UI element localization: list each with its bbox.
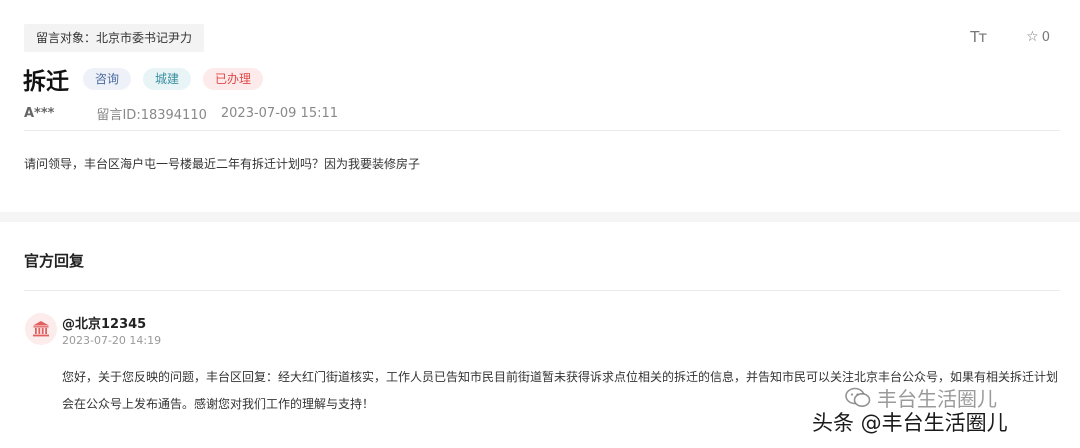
message-content: 请问领导，丰台区海户屯一号楼最近二年有拆迁计划吗？因为我要装修房子 bbox=[24, 157, 421, 171]
domain-tag: 城建 bbox=[143, 68, 192, 90]
category-tag: 咨询 bbox=[83, 68, 132, 90]
message-author: A*** bbox=[24, 106, 55, 121]
message-meta: A*** 留言ID:18394110 2023-07-09 15:11 bbox=[24, 104, 338, 123]
toutiao-watermark: 头条 @丰台生活圈儿 bbox=[812, 411, 1008, 435]
status-badge: 已办理 bbox=[203, 68, 264, 90]
reply-section-title: 官方回复 bbox=[24, 252, 85, 270]
toolbar: Tт ☆ 0 bbox=[970, 28, 1050, 46]
avatar bbox=[25, 313, 57, 345]
page-title: 拆迁 bbox=[23, 69, 69, 95]
favorite-count: 0 bbox=[1041, 29, 1050, 45]
section-separator bbox=[0, 212, 1080, 222]
favorite-button[interactable]: ☆ 0 bbox=[1026, 29, 1050, 45]
government-building-icon bbox=[33, 321, 49, 337]
message-datetime: 2023-07-09 15:11 bbox=[220, 106, 339, 121]
star-icon: ☆ bbox=[1026, 29, 1039, 45]
wechat-icon bbox=[845, 387, 871, 407]
divider bbox=[24, 130, 1060, 131]
reply-datetime: 2023-07-20 14:19 bbox=[62, 334, 162, 347]
divider bbox=[24, 290, 1060, 291]
reply-author: @北京12345 bbox=[62, 317, 147, 332]
title-row: 拆迁 咨询 城建 已办理 bbox=[23, 62, 275, 96]
message-id: 留言ID:18394110 bbox=[96, 108, 207, 123]
message-target-tag: 留言对象：北京市委书记尹力 bbox=[24, 24, 205, 52]
font-size-icon[interactable]: Tт bbox=[970, 28, 987, 46]
message-panel: 留言对象：北京市委书记尹力 Tт ☆ 0 拆迁 咨询 城建 已办理 A*** 留… bbox=[0, 0, 1080, 212]
